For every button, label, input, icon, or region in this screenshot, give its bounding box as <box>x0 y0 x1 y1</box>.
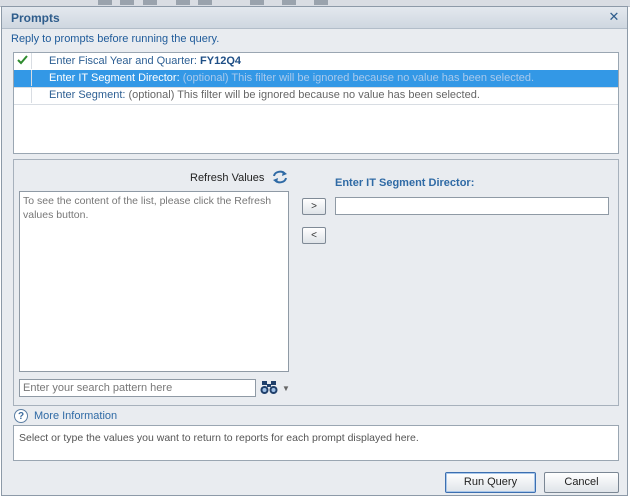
checkmark-icon <box>17 55 28 65</box>
values-panel: Refresh Values To see the content of the… <box>13 159 619 406</box>
binoculars-icon[interactable] <box>260 380 278 395</box>
prompts-dialog: Prompts ✕ Reply to prompts before runnin… <box>1 6 628 496</box>
prompt-label: Enter IT Segment Director: <box>49 72 180 84</box>
prompt-status-cell <box>14 53 32 69</box>
selected-values-title: Enter IT Segment Director: <box>335 177 475 189</box>
prompt-text: Enter Segment: (optional) This filter wi… <box>49 89 480 101</box>
close-icon[interactable]: ✕ <box>607 10 621 24</box>
prompt-status-cell <box>14 87 32 103</box>
refresh-values-label: Refresh Values <box>190 172 265 184</box>
prompt-text: Enter Fiscal Year and Quarter: FY12Q4 <box>49 55 241 67</box>
information-text: Select or type the values you want to re… <box>19 432 419 444</box>
run-query-button[interactable]: Run Query <box>445 472 536 493</box>
prompt-note: (optional) This filter will be ignored b… <box>128 89 480 101</box>
prompt-value: FY12Q4 <box>200 55 241 67</box>
information-box: Select or type the values you want to re… <box>13 425 619 461</box>
selected-values-field[interactable] <box>335 197 609 215</box>
search-input[interactable] <box>19 379 256 397</box>
dialog-instruction: Reply to prompts before running the quer… <box>11 33 220 45</box>
prompt-note: (optional) This filter will be ignored b… <box>182 72 535 84</box>
prompt-text: Enter IT Segment Director: (optional) Th… <box>49 72 534 84</box>
more-information-link[interactable]: More Information <box>34 410 117 422</box>
dialog-title: Prompts <box>11 11 60 25</box>
prompt-status-cell <box>14 70 32 86</box>
prompt-row-fiscal-year[interactable]: Enter Fiscal Year and Quarter: FY12Q4 <box>14 53 618 71</box>
prompt-label: Enter Segment: <box>49 89 126 101</box>
prompt-label: Enter Fiscal Year and Quarter: <box>49 55 197 67</box>
remove-value-button[interactable]: < <box>302 227 326 244</box>
help-icon: ? <box>14 409 28 423</box>
prompt-row-it-segment-director[interactable]: Enter IT Segment Director: (optional) Th… <box>14 70 618 88</box>
add-value-button[interactable]: > <box>302 198 326 215</box>
prompt-row-segment[interactable]: Enter Segment: (optional) This filter wi… <box>14 87 618 105</box>
prompt-list: Enter Fiscal Year and Quarter: FY12Q4 En… <box>13 52 619 154</box>
refresh-icon[interactable] <box>271 169 289 185</box>
available-values-list[interactable]: To see the content of the list, please c… <box>19 191 289 372</box>
cancel-button[interactable]: Cancel <box>544 472 619 493</box>
dialog-titlebar: Prompts ✕ <box>2 7 627 29</box>
values-list-hint: To see the content of the list, please c… <box>23 195 272 221</box>
search-options-chevron-down-icon[interactable]: ▼ <box>282 384 290 393</box>
